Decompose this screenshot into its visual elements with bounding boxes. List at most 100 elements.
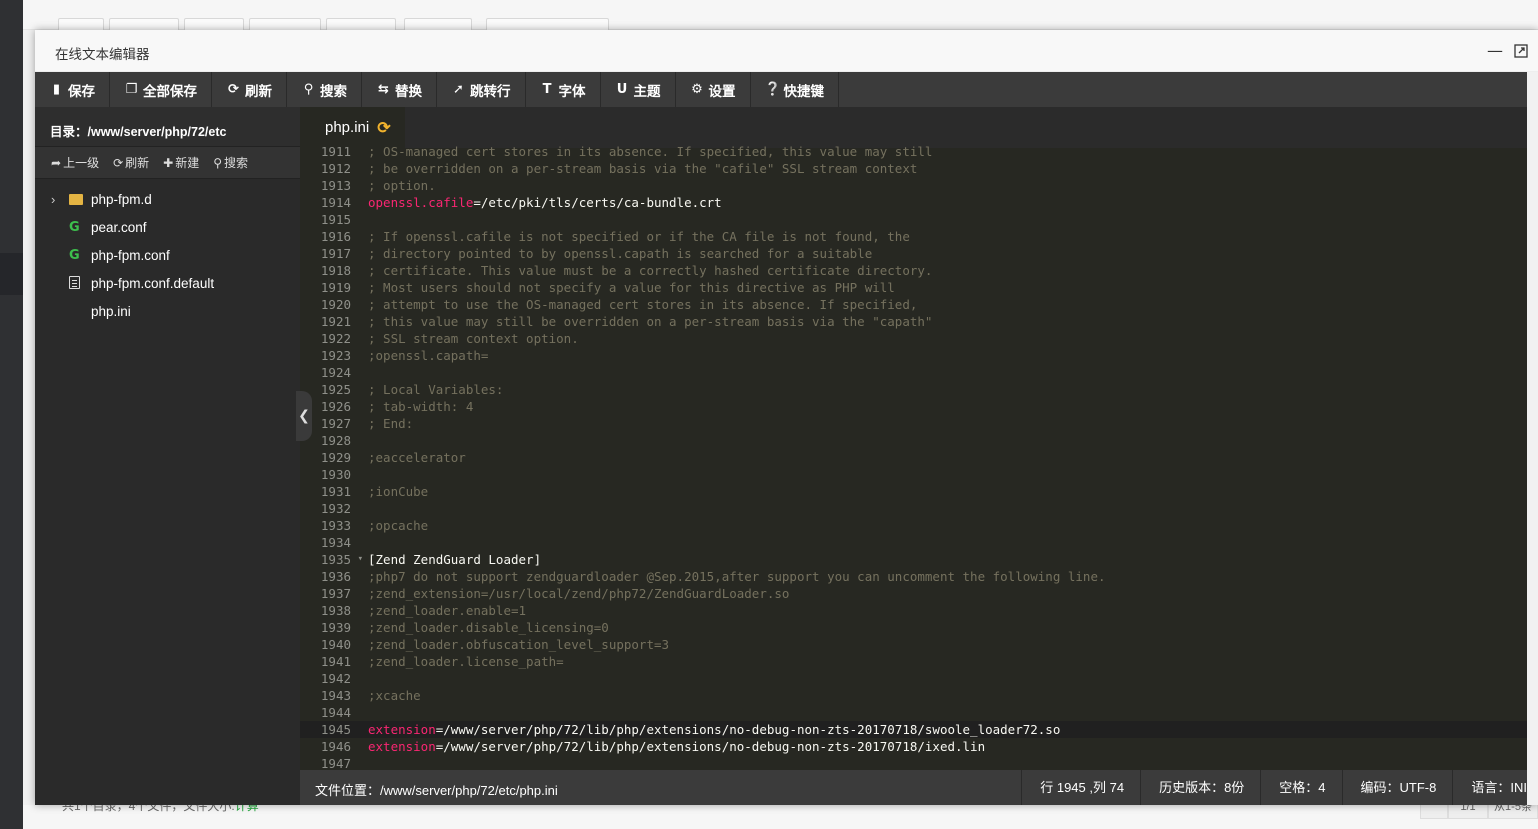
shortcuts-button[interactable]: ❔ 快捷键 xyxy=(751,72,839,107)
minimize-icon[interactable]: — xyxy=(1486,42,1504,60)
ini-comment: ;eaccelerator xyxy=(368,450,466,465)
code-line[interactable]: 1945 extension=/www/server/php/72/lib/php… xyxy=(300,721,1527,738)
line-number: 1923 xyxy=(320,348,351,363)
code-line[interactable]: 1923 ;openssl.capath= xyxy=(300,347,1527,364)
refresh-button[interactable]: ⟳ 刷新 xyxy=(212,72,287,107)
refresh-icon: ⟳ xyxy=(228,82,239,97)
line-number: 1911 xyxy=(320,144,351,159)
chevron-right-icon[interactable]: › xyxy=(51,192,69,207)
code-line[interactable]: 1947 xyxy=(300,755,1527,770)
settings-button[interactable]: ⚙ 设置 xyxy=(676,72,751,107)
tree-item-pear-conf[interactable]: G pear.conf xyxy=(35,213,300,241)
code-line[interactable]: 1914 openssl.cafile=/etc/pki/tls/certs/ca… xyxy=(300,194,1527,211)
ini-comment: ;zend_loader.obfuscation_level_support=3 xyxy=(368,637,670,652)
sidebar-refresh-button[interactable]: ⟳ 刷新 xyxy=(113,154,149,171)
tree-item-php-fpm-d[interactable]: › php-fpm.d xyxy=(35,185,300,213)
line-number: 1936 xyxy=(320,569,351,584)
tree-item-php-fpm-conf[interactable]: G php-fpm.conf xyxy=(35,241,300,269)
indent-spaces[interactable]: 空格：4 xyxy=(1260,770,1341,805)
code-line[interactable]: 1918 ; certificate. This value must be a … xyxy=(300,262,1527,279)
code-line[interactable]: 1934 xyxy=(300,534,1527,551)
line-number: 1919 xyxy=(320,280,351,295)
line-number: 1938 xyxy=(320,603,351,618)
code-line[interactable]: 1944 xyxy=(300,704,1527,721)
code-line[interactable]: 1938 ;zend_loader.enable=1 xyxy=(300,602,1527,619)
sidebar-search-button[interactable]: ⚲ 搜索 xyxy=(213,154,248,171)
cursor-position[interactable]: 行 1945 ,列 74 xyxy=(1021,770,1140,805)
history-versions[interactable]: 历史版本：8份 xyxy=(1140,770,1260,805)
line-content: [Zend ZendGuard Loader] xyxy=(354,551,541,568)
tree-item-php-fpm-conf-default[interactable]: php-fpm.conf.default xyxy=(35,269,300,297)
code-line[interactable]: 1924 xyxy=(300,364,1527,381)
code-line[interactable]: 1925; Local Variables: xyxy=(300,381,1527,398)
code-line[interactable]: 1912 ; be overridden on a per-stream basi… xyxy=(300,160,1527,177)
file-sidebar: 目录：/www/server/php/72/etc ➦ 上一级 ⟳ 刷新 ✚ 新建 ⚲… xyxy=(35,107,300,805)
parent-dir-button[interactable]: ➦ 上一级 xyxy=(51,154,99,171)
file-language[interactable]: 语言：INI xyxy=(1452,770,1527,805)
code-line[interactable]: 1933 ;opcache xyxy=(300,517,1527,534)
config-file-icon: G xyxy=(69,220,80,235)
code-line[interactable]: 1927; End: xyxy=(300,415,1527,432)
code-line[interactable]: 1935 ▾ [Zend ZendGuard Loader] xyxy=(300,551,1527,568)
line-content xyxy=(354,534,368,551)
line-number: 1934 xyxy=(320,535,351,550)
code-line[interactable]: 1942 xyxy=(300,670,1527,687)
reload-icon[interactable]: ⟳ xyxy=(377,118,390,138)
maximize-icon[interactable] xyxy=(1512,42,1530,60)
line-content: extension=/www/server/php/72/lib/php/ext… xyxy=(354,721,1060,738)
code-line[interactable]: 1931 ;ionCube xyxy=(300,483,1527,500)
goto-line-button[interactable]: ➚ 跳转行 xyxy=(437,72,526,107)
code-line[interactable]: 1913 ; option. xyxy=(300,177,1527,194)
background-sidebar xyxy=(0,0,23,829)
line-content xyxy=(354,466,368,483)
code-line[interactable]: 1920 ; attempt to use the OS-managed cert… xyxy=(300,296,1527,313)
theme-button[interactable]: U 主题 xyxy=(601,72,676,107)
code-line[interactable]: 1919 ; Most users should not specify a va… xyxy=(300,279,1527,296)
line-content: ; this value may still be overridden on … xyxy=(354,313,932,330)
code-line[interactable]: 1932 xyxy=(300,500,1527,517)
line-content: openssl.cafile=/etc/pki/tls/certs/ca-bun… xyxy=(354,194,722,211)
ini-comment: ;opcache xyxy=(368,518,429,533)
code-line[interactable]: 1939 ;zend_loader.disable_licensing=0 xyxy=(300,619,1527,636)
tree-item-php-ini[interactable]: php.ini xyxy=(35,297,300,325)
code-line[interactable]: 1926; tab-width: 4 xyxy=(300,398,1527,415)
file-tree: › php-fpm.d G pear.conf G php-fpm.conf p… xyxy=(35,179,300,325)
ini-comment: ; SSL stream context option. xyxy=(368,331,579,346)
code-line[interactable]: 1930 xyxy=(300,466,1527,483)
code-line[interactable]: 1943 ;xcache xyxy=(300,687,1527,704)
ini-comment: ;zend_extension=/usr/local/zend/php72/Ze… xyxy=(368,586,790,601)
code-line[interactable]: 1911 ; OS-managed cert stores in its abse… xyxy=(300,143,1527,160)
code-line[interactable]: 1928 xyxy=(300,432,1527,449)
line-number: 1943 xyxy=(320,688,351,703)
modal-scrollbar[interactable] xyxy=(1527,72,1538,805)
font-button[interactable]: T 字体 xyxy=(526,72,601,107)
code-editor[interactable]: php.ini ⟳ 1911 ; OS-managed cert stores i… xyxy=(300,107,1527,770)
code-line[interactable]: 1917 ; directory pointed to by openssl.ca… xyxy=(300,245,1527,262)
code-line[interactable]: 1940 ;zend_loader.obfuscation_level_suppo… xyxy=(300,636,1527,653)
tab-php-ini[interactable]: php.ini ⟳ xyxy=(300,107,405,148)
line-content: ; If openssl.cafile is not specified or … xyxy=(354,228,910,245)
code-line[interactable]: 1929 ;eaccelerator xyxy=(300,449,1527,466)
code-line[interactable]: 1936 ;php7 do not support zendguardloader… xyxy=(300,568,1527,585)
replace-button[interactable]: ⇆ 替换 xyxy=(362,72,437,107)
code-line[interactable]: 1921 ; this value may still be overridden… xyxy=(300,313,1527,330)
line-content: ;openssl.capath= xyxy=(354,347,488,364)
search-button[interactable]: ⚲ 搜索 xyxy=(287,72,362,107)
code-lines[interactable]: 1911 ; OS-managed cert stores in its abse… xyxy=(300,143,1527,770)
sidebar-collapse-handle[interactable]: ❮ xyxy=(296,391,312,441)
line-content xyxy=(354,432,368,449)
text-icon: T xyxy=(542,82,552,97)
line-content: ;php7 do not support zendguardloader @Se… xyxy=(354,568,1106,585)
code-line[interactable]: 1915 xyxy=(300,211,1527,228)
code-line[interactable]: 1946 extension=/www/server/php/72/lib/php… xyxy=(300,738,1527,755)
new-file-button[interactable]: ✚ 新建 xyxy=(163,154,199,171)
fold-arrow-icon[interactable]: ▾ xyxy=(358,551,363,568)
save-button[interactable]: ▮ 保存 xyxy=(35,72,110,107)
code-line[interactable]: 1922 ; SSL stream context option. xyxy=(300,330,1527,347)
code-line[interactable]: 1937 ;zend_extension=/usr/local/zend/php7… xyxy=(300,585,1527,602)
file-encoding[interactable]: 编码：UTF-8 xyxy=(1341,770,1453,805)
ini-comment: ;openssl.capath= xyxy=(368,348,489,363)
code-line[interactable]: 1916 ; If openssl.cafile is not specified… xyxy=(300,228,1527,245)
save-all-button[interactable]: ❐ 全部保存 xyxy=(110,72,212,107)
code-line[interactable]: 1941 ;zend_loader.license_path= xyxy=(300,653,1527,670)
